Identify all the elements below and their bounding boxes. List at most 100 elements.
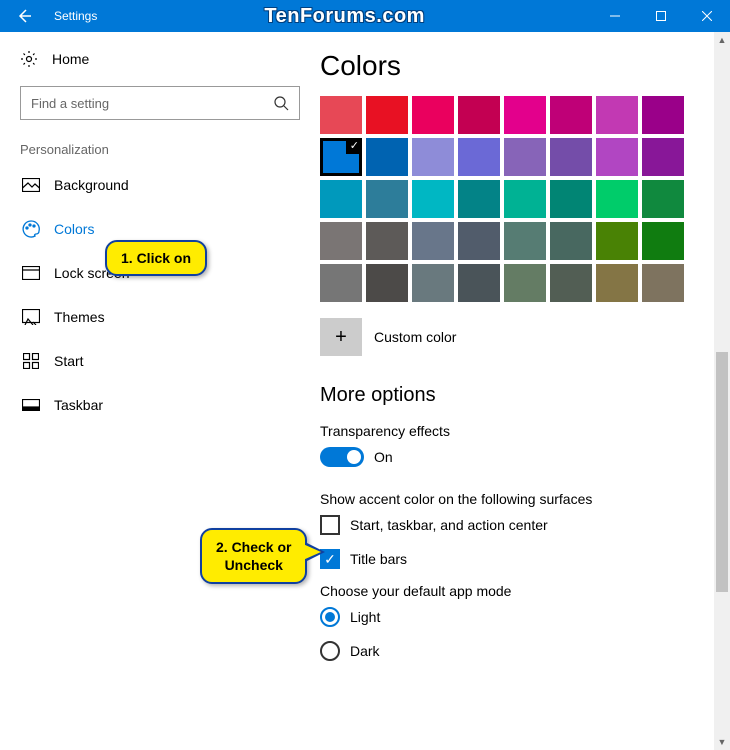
page-title: Colors (320, 50, 720, 82)
color-swatch[interactable] (642, 180, 684, 218)
color-swatch[interactable] (504, 264, 546, 302)
color-swatch[interactable] (550, 138, 592, 176)
sidebar-item-label: Themes (54, 309, 105, 325)
color-swatch[interactable] (366, 96, 408, 134)
window-title: Settings (54, 9, 97, 23)
color-swatch[interactable] (504, 96, 546, 134)
palette-icon (22, 220, 40, 238)
titlebar: Settings TenForums.com (0, 0, 730, 32)
window-controls (592, 0, 730, 32)
main-panel: Colors + Custom color More options Trans… (320, 32, 730, 750)
color-swatch[interactable] (642, 222, 684, 260)
custom-color-label: Custom color (374, 329, 456, 345)
custom-color-button[interactable]: + (320, 318, 362, 356)
color-swatch[interactable] (366, 138, 408, 176)
close-icon (702, 11, 712, 21)
color-swatch[interactable] (366, 264, 408, 302)
appmode-label: Choose your default app mode (320, 583, 720, 599)
color-swatch[interactable] (412, 264, 454, 302)
transparency-label: Transparency effects (320, 423, 720, 439)
color-palette (320, 96, 720, 302)
color-swatch[interactable] (320, 222, 362, 260)
transparency-toggle[interactable] (320, 447, 364, 467)
minimize-icon (610, 11, 620, 21)
search-input[interactable]: Find a setting (20, 86, 300, 120)
color-swatch[interactable] (642, 138, 684, 176)
lockscreen-icon (22, 264, 40, 282)
color-swatch[interactable] (596, 222, 638, 260)
color-swatch[interactable] (642, 264, 684, 302)
color-swatch[interactable] (320, 96, 362, 134)
scroll-up-icon[interactable]: ▲ (714, 32, 730, 48)
gear-icon (20, 50, 38, 68)
checkbox-titlebars-label: Title bars (350, 551, 407, 567)
search-placeholder: Find a setting (31, 96, 109, 111)
color-swatch[interactable] (458, 96, 500, 134)
search-icon (273, 95, 289, 111)
color-swatch[interactable] (320, 264, 362, 302)
sidebar: Home Find a setting Personalization Back… (0, 32, 320, 750)
color-swatch[interactable] (458, 264, 500, 302)
color-swatch[interactable] (458, 138, 500, 176)
sidebar-item-taskbar[interactable]: Taskbar (20, 383, 300, 427)
color-swatch[interactable] (320, 138, 362, 176)
accent-surfaces-label: Show accent color on the following surfa… (320, 491, 720, 507)
color-swatch[interactable] (366, 180, 408, 218)
color-swatch[interactable] (366, 222, 408, 260)
annotation-callout-2: 2. Check or Uncheck (200, 528, 307, 584)
sidebar-item-label: Taskbar (54, 397, 103, 413)
minimize-button[interactable] (592, 0, 638, 32)
checkbox-start-label: Start, taskbar, and action center (350, 517, 548, 533)
home-nav[interactable]: Home (20, 50, 300, 68)
transparency-state: On (374, 449, 393, 465)
color-swatch[interactable] (550, 96, 592, 134)
color-swatch[interactable] (550, 180, 592, 218)
color-swatch[interactable] (642, 96, 684, 134)
radio-dark[interactable] (320, 641, 340, 661)
color-swatch[interactable] (504, 138, 546, 176)
color-swatch[interactable] (596, 138, 638, 176)
color-swatch[interactable] (504, 180, 546, 218)
color-swatch[interactable] (458, 222, 500, 260)
sidebar-item-label: Colors (54, 221, 94, 237)
radio-dark-label: Dark (350, 643, 380, 659)
sidebar-item-label: Background (54, 177, 129, 193)
annotation-callout-1: 1. Click on (105, 240, 207, 276)
sidebar-item-label: Start (54, 353, 84, 369)
color-swatch[interactable] (504, 222, 546, 260)
color-swatch[interactable] (550, 264, 592, 302)
color-swatch[interactable] (458, 180, 500, 218)
color-swatch[interactable] (596, 264, 638, 302)
scrollbar[interactable]: ▲ ▼ (714, 32, 730, 750)
maximize-button[interactable] (638, 0, 684, 32)
taskbar-icon (22, 396, 40, 414)
sidebar-item-start[interactable]: Start (20, 339, 300, 383)
maximize-icon (656, 11, 666, 21)
color-swatch[interactable] (412, 96, 454, 134)
plus-icon: + (335, 326, 347, 349)
close-button[interactable] (684, 0, 730, 32)
sidebar-item-background[interactable]: Background (20, 163, 300, 207)
picture-icon (22, 176, 40, 194)
more-options-heading: More options (320, 384, 720, 407)
color-swatch[interactable] (596, 96, 638, 134)
checkbox-start-taskbar[interactable] (320, 515, 340, 535)
color-swatch[interactable] (412, 138, 454, 176)
scroll-down-icon[interactable]: ▼ (714, 734, 730, 750)
radio-light[interactable] (320, 607, 340, 627)
home-label: Home (52, 51, 89, 67)
back-button[interactable] (0, 0, 48, 32)
arrow-left-icon (15, 7, 33, 25)
color-swatch[interactable] (320, 180, 362, 218)
start-icon (22, 352, 40, 370)
themes-icon (22, 308, 40, 326)
color-swatch[interactable] (596, 180, 638, 218)
color-swatch[interactable] (550, 222, 592, 260)
watermark-text: TenForums.com (97, 5, 592, 28)
sidebar-item-themes[interactable]: Themes (20, 295, 300, 339)
radio-light-label: Light (350, 609, 380, 625)
section-header: Personalization (20, 142, 300, 157)
color-swatch[interactable] (412, 222, 454, 260)
color-swatch[interactable] (412, 180, 454, 218)
scroll-thumb[interactable] (716, 352, 728, 592)
